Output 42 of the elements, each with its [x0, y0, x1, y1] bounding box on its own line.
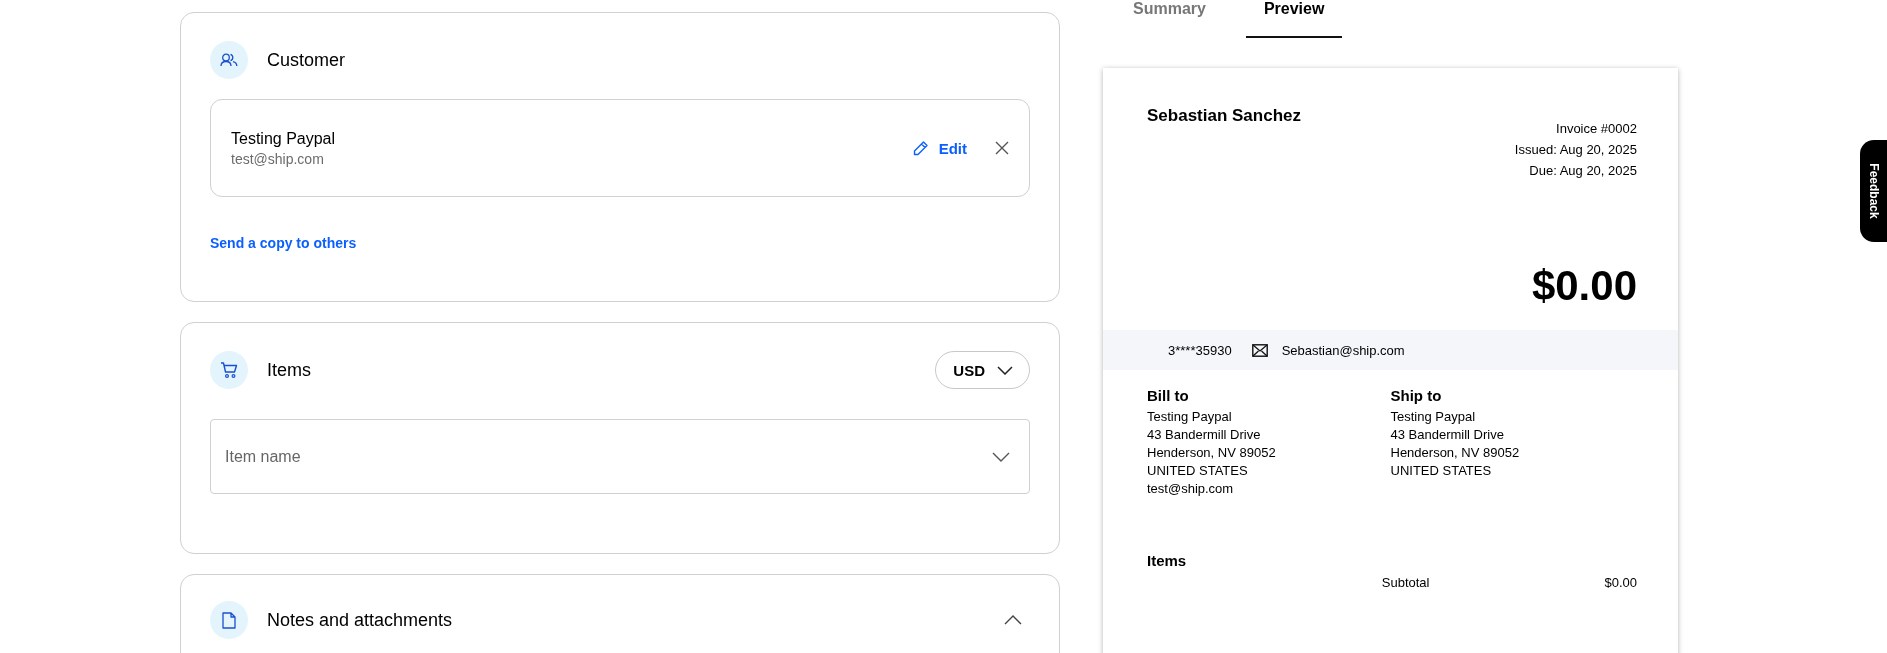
phone-number: 3****35930	[1168, 342, 1232, 358]
cart-icon	[210, 351, 248, 389]
customer-email: test@ship.com	[231, 150, 325, 167]
card-title: Notes and attachments	[267, 609, 453, 631]
customer-name: Testing Paypal	[231, 129, 337, 148]
tab[interactable]: Preview	[1245, 0, 1343, 38]
chevron-down-icon	[997, 365, 1013, 375]
people-icon	[210, 41, 248, 79]
subtotal-label: Subtotal	[1381, 575, 1430, 590]
sender-email: Sebastian@ship.com	[1281, 342, 1405, 358]
invoice-detail: Invoice #0002	[1556, 121, 1637, 136]
address-line: Henderson, NV 89052	[1390, 445, 1521, 460]
address-heading: Ship to	[1390, 387, 1443, 404]
invoice-detail: Issued: Aug 20, 2025	[1514, 142, 1637, 157]
address-line: 43 Bandermill Drive	[1147, 427, 1262, 442]
sender-name: Sebastian Sanchez	[1147, 106, 1301, 127]
close-button[interactable]	[995, 141, 1009, 155]
currency-dropdown[interactable]: USD	[935, 351, 1030, 389]
address-line: test@ship.com	[1147, 481, 1235, 496]
edit-button[interactable]: Edit	[911, 139, 967, 157]
document-icon	[210, 601, 248, 639]
subtotal-value: $0.00	[1604, 575, 1637, 590]
chevron-up-icon[interactable]	[1004, 615, 1022, 625]
items-heading: Items	[1146, 552, 1188, 569]
card-title: Customer	[267, 49, 346, 71]
address-line: Testing Paypal	[1390, 409, 1477, 424]
send-copy-link[interactable]: Send a copy to others	[210, 235, 357, 251]
feedback-tab[interactable]: Feedback	[1860, 140, 1887, 242]
address-line: Testing Paypal	[1147, 409, 1233, 424]
chevron-down-icon[interactable]	[992, 452, 1010, 462]
address-line: Henderson, NV 89052	[1147, 445, 1277, 460]
address-line: 43 Bandermill Drive	[1390, 427, 1505, 442]
address-line: UNITED STATES	[1147, 463, 1249, 478]
address-heading: Bill to	[1147, 387, 1190, 404]
mail-icon	[1251, 343, 1268, 357]
invoice-amount: $0.00	[1530, 262, 1638, 310]
pencil-icon	[911, 139, 929, 157]
card-title: Items	[267, 359, 311, 381]
invoice-detail: Due: Aug 20, 2025	[1529, 163, 1637, 178]
address-line: UNITED STATES	[1390, 463, 1493, 478]
tab[interactable]: Summary	[1115, 0, 1224, 38]
item-name-field[interactable]: Item name	[210, 419, 1030, 494]
